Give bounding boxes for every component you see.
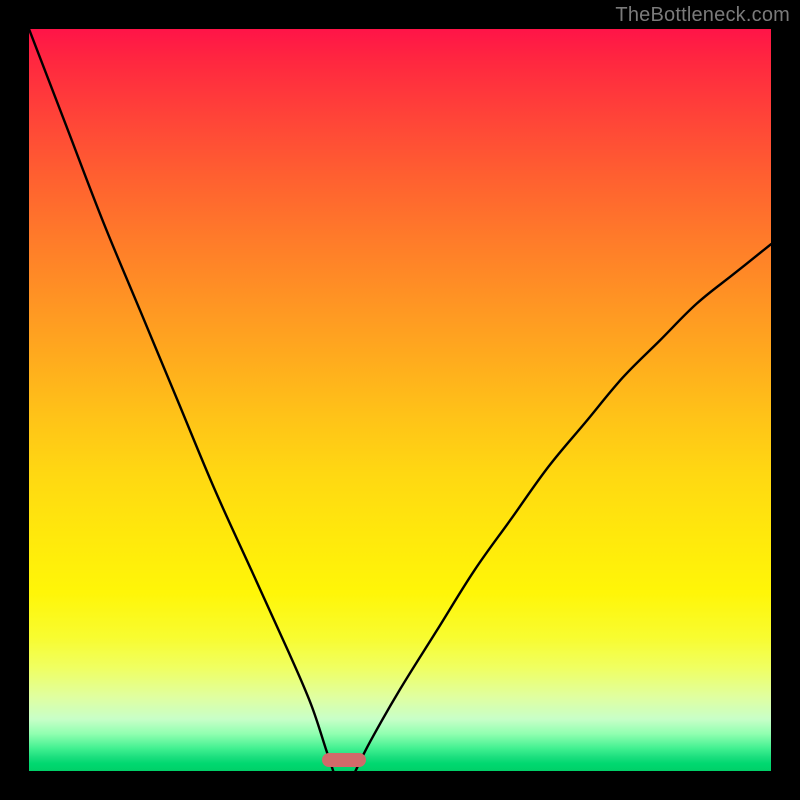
plot-area	[29, 29, 771, 771]
curve-right-branch	[355, 244, 771, 771]
watermark-text: TheBottleneck.com	[615, 4, 790, 27]
chart-frame: TheBottleneck.com	[0, 0, 800, 800]
curve-left-branch	[29, 29, 333, 771]
bottleneck-marker	[322, 753, 366, 767]
bottleneck-curve	[29, 29, 771, 771]
